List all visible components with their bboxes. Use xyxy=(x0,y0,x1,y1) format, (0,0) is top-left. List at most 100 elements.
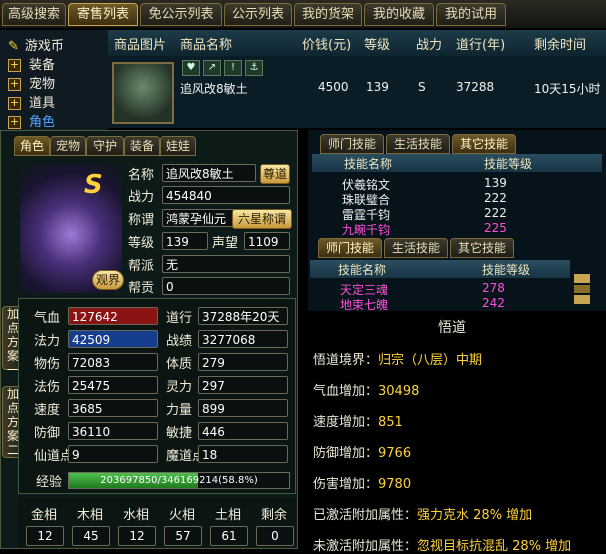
col-remaining[interactable]: 剩余时间 xyxy=(534,34,586,53)
stat-value: 9 xyxy=(68,445,158,463)
scroll-up-icon[interactable] xyxy=(574,274,590,283)
view-button[interactable]: 观界 xyxy=(92,270,124,290)
attr-value: 0 xyxy=(256,526,294,546)
stat-label: 气血 xyxy=(34,311,61,326)
zunjia-button[interactable]: 尊道 xyxy=(260,164,290,184)
stat-value: 297 xyxy=(198,376,288,394)
tooltip-row: 伤害增加：9780 xyxy=(313,473,411,492)
faction-label: 帮派 xyxy=(128,259,155,274)
skill-level: 222 xyxy=(484,206,507,220)
power-label: 战力 xyxy=(128,190,155,205)
col-power[interactable]: 战力 xyxy=(416,34,442,53)
character-portrait[interactable] xyxy=(112,62,174,124)
skill-header-top: 技能名称 技能等级 xyxy=(312,154,602,172)
tooltip-key: 伤害增加： xyxy=(313,477,379,492)
tree-item-coins[interactable]: ✎ 游戏币 xyxy=(8,38,64,56)
stat-label: 速度 xyxy=(34,403,61,418)
stat-label: 力量 xyxy=(166,403,193,418)
faction-value: 无 xyxy=(162,255,290,273)
tree-item-items[interactable]: + 道具 xyxy=(8,95,55,113)
tab-advanced-search[interactable]: 高级搜索 xyxy=(2,3,66,26)
col-level[interactable]: 等级 xyxy=(364,34,390,53)
col-daohang[interactable]: 道行(年) xyxy=(456,34,505,53)
tab-other-skill-2[interactable]: 其它技能 xyxy=(450,238,514,258)
coin-icon: ✎ xyxy=(8,39,19,54)
expand-icon[interactable]: + xyxy=(8,78,21,91)
tab-other-skill[interactable]: 其它技能 xyxy=(452,134,516,154)
attr-value: 57 xyxy=(164,526,202,546)
power-value: 454840 xyxy=(162,186,290,204)
fame-value: 1109 xyxy=(244,232,290,250)
tab-my-favorites[interactable]: 我的收藏 xyxy=(364,3,434,26)
tab-my-shelf[interactable]: 我的货架 xyxy=(294,3,362,26)
attr-value: 45 xyxy=(72,526,110,546)
stat-value: 3277068 xyxy=(198,330,288,348)
tree-item-pets[interactable]: + 宠物 xyxy=(8,76,55,94)
tooltip-row: 未激活附加属性：忽视目标抗混乱 28% 增加 xyxy=(313,535,571,554)
item-power: S xyxy=(418,80,426,94)
tooltip-key: 气血增加： xyxy=(313,384,379,399)
name-label: 名称 xyxy=(128,168,155,183)
scroll-thumb[interactable] xyxy=(574,285,590,293)
scrollbar[interactable] xyxy=(574,274,590,304)
tab-school-skill[interactable]: 师门技能 xyxy=(320,134,384,154)
tooltip-value: 强力克水 28% 增加 xyxy=(417,508,533,523)
col-price[interactable]: 价钱(元) xyxy=(302,34,351,53)
stat-label: 体质 xyxy=(166,357,193,372)
tab-notice-list[interactable]: 公示列表 xyxy=(224,3,292,26)
tab-pet[interactable]: 宠物 xyxy=(50,136,86,156)
tooltip-value: 归宗（八层）中期 xyxy=(378,353,483,368)
anchor-icon[interactable]: ⚓ xyxy=(245,60,263,76)
tooltip-title: 悟道 xyxy=(438,320,466,336)
expand-icon[interactable]: + xyxy=(8,97,21,110)
attr-label: 金相 xyxy=(30,508,57,523)
tab-my-trial[interactable]: 我的试用 xyxy=(436,3,506,26)
tree-item-equipment[interactable]: + 装备 xyxy=(8,57,55,75)
tooltip-key: 未激活附加属性： xyxy=(313,539,418,554)
stat-value: 446 xyxy=(198,422,288,440)
stat-label: 灵力 xyxy=(166,380,193,395)
alert-icon[interactable]: ! xyxy=(224,60,242,76)
stat-label: 防御 xyxy=(34,426,61,441)
tab-doll[interactable]: 娃娃 xyxy=(160,136,196,156)
tooltip-key: 防御增加： xyxy=(313,446,379,461)
share-icon[interactable]: ↗ xyxy=(203,60,221,76)
scroll-down-icon[interactable] xyxy=(574,295,590,304)
attr-label: 水相 xyxy=(122,508,149,523)
attr-label: 木相 xyxy=(76,508,103,523)
tab-guard[interactable]: 守护 xyxy=(86,136,124,156)
skill-level-header: 技能等级 xyxy=(484,157,533,171)
tab-school-skill-2[interactable]: 师门技能 xyxy=(318,238,382,258)
item-remaining: 10天15小时 xyxy=(534,82,601,96)
title-button[interactable]: 六星称谓 xyxy=(232,209,292,229)
skill-level-header-2: 技能等级 xyxy=(482,263,531,277)
expand-icon[interactable]: + xyxy=(8,59,21,72)
item-name: 追风改8敏土 xyxy=(180,82,248,96)
fame-label: 声望 xyxy=(212,236,239,251)
title-label: 称谓 xyxy=(128,213,155,228)
tab-consignment-list[interactable]: 寄售列表 xyxy=(68,3,138,26)
attr-label: 火相 xyxy=(168,508,195,523)
skill-name-header-2: 技能名称 xyxy=(338,263,387,277)
item-daohang: 37288 xyxy=(456,80,495,94)
item-price: 4500 xyxy=(318,80,349,94)
wudao-tooltip: 悟道 悟道境界：归宗（八层）中期 气血增加：30498 速度增加：851 防御增加：9… xyxy=(298,311,606,554)
tooltip-value: 9766 xyxy=(378,446,412,461)
stat-label: 物伤 xyxy=(34,357,61,372)
tab-life-skill[interactable]: 生活技能 xyxy=(386,134,450,154)
tab-no-notice-list[interactable]: 免公示列表 xyxy=(140,3,222,26)
tab-equipment[interactable]: 装备 xyxy=(124,136,160,156)
tooltip-row: 已激活附加属性：强力克水 28% 增加 xyxy=(313,504,532,523)
expand-icon[interactable]: + xyxy=(8,116,21,129)
contrib-label: 帮贡 xyxy=(128,281,155,296)
tab-character[interactable]: 角色 xyxy=(14,136,50,156)
tooltip-value: 忽视目标抗混乱 28% 增加 xyxy=(417,539,572,554)
item-level: 139 xyxy=(366,80,389,94)
tab-life-skill-2[interactable]: 生活技能 xyxy=(384,238,448,258)
tooltip-key: 已激活附加属性： xyxy=(313,508,418,523)
contrib-value: 0 xyxy=(162,277,290,295)
col-image: 商品图片 xyxy=(114,38,167,53)
stat-value: 127642 xyxy=(68,307,158,325)
heart-icon[interactable]: ♥ xyxy=(182,60,200,76)
stat-value: 25475 xyxy=(68,376,158,394)
